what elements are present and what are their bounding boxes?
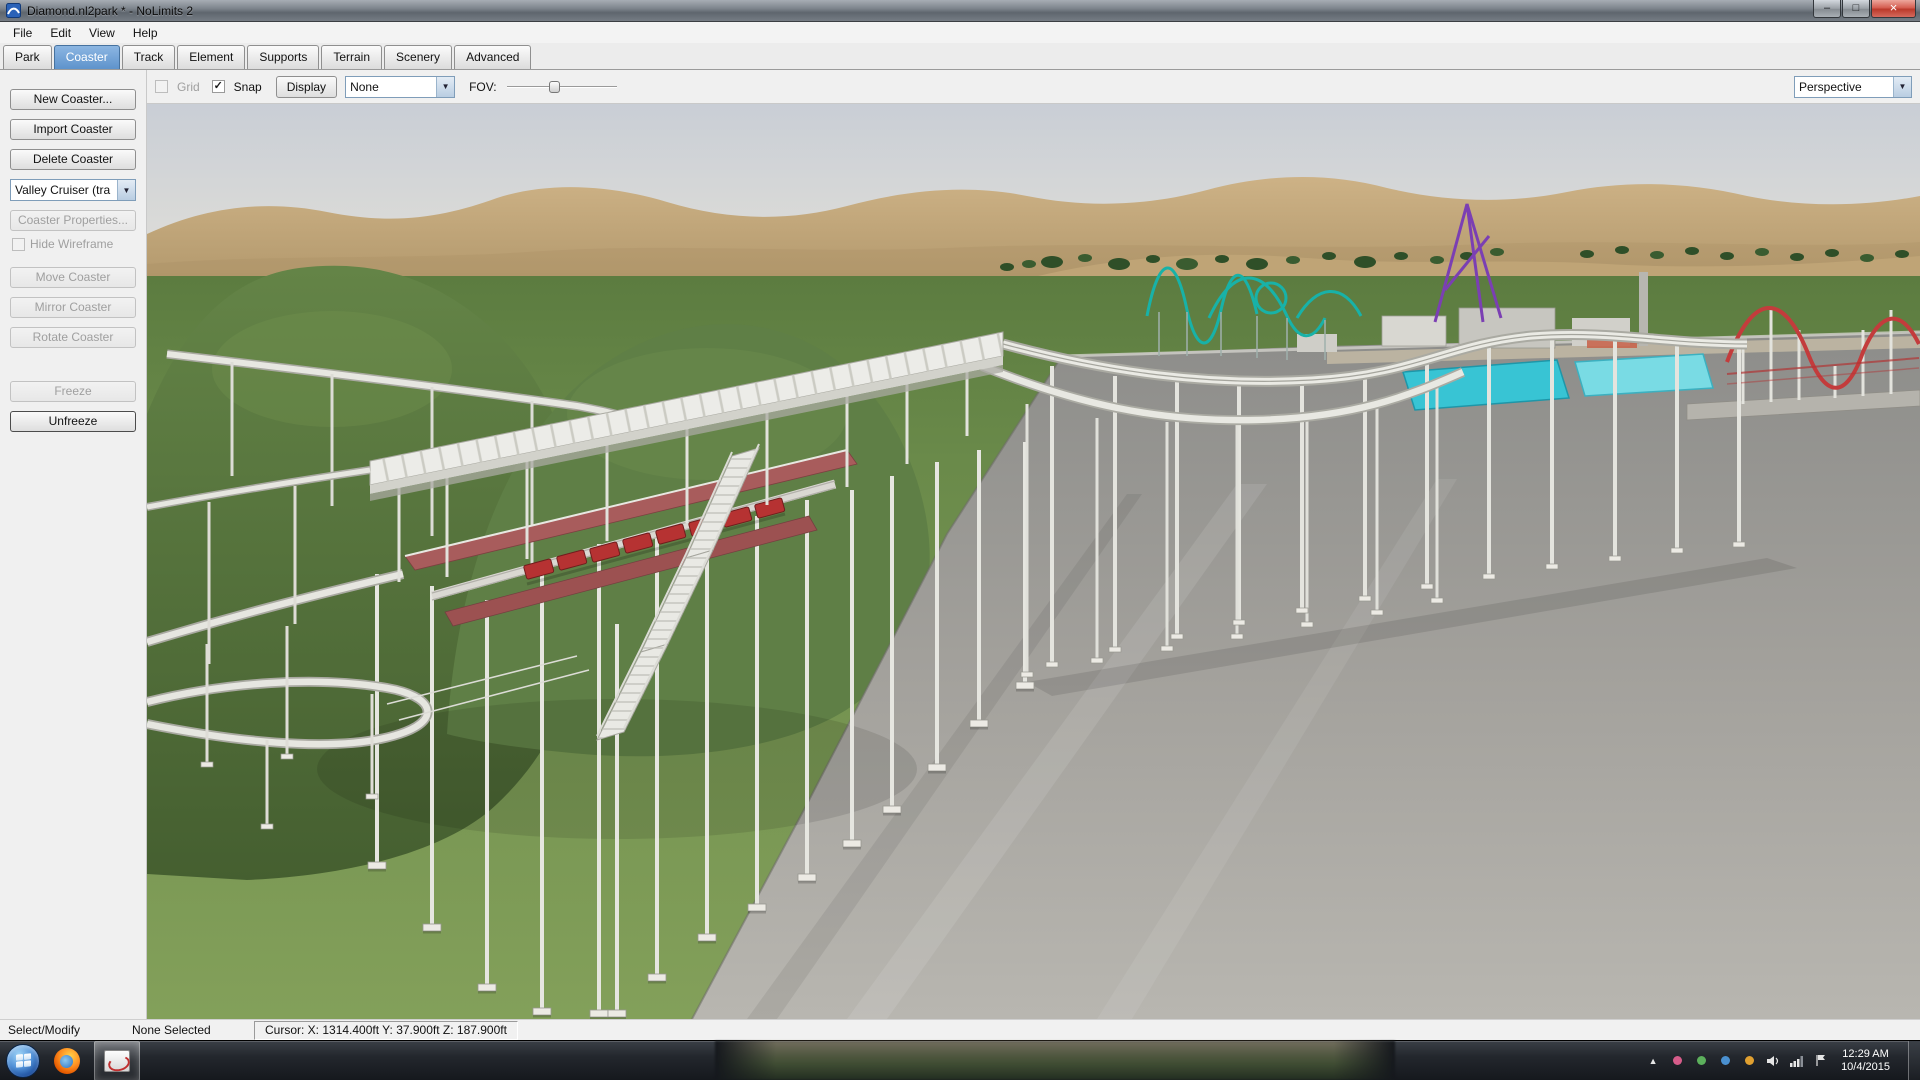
fov-slider-thumb[interactable] [549,81,560,93]
network-icon[interactable] [1789,1053,1805,1069]
mode-tabbar: Park Coaster Track Element Supports Terr… [0,43,1920,70]
tray-app-icon-2[interactable] [1693,1053,1709,1069]
tab-coaster[interactable]: Coaster [54,45,120,69]
menu-file[interactable]: File [4,24,41,42]
clock-time: 12:29 AM [1841,1048,1890,1061]
viewport-3d-scene[interactable] [147,104,1920,1019]
menu-help[interactable]: Help [124,24,167,42]
tab-park[interactable]: Park [3,45,52,69]
fov-slider-track [507,86,617,88]
menubar: File Edit View Help [0,22,1920,43]
delete-coaster-button[interactable]: Delete Coaster [10,149,136,170]
taskbar-glass-wallpaper [715,1041,1395,1080]
freeze-button: Freeze [10,381,136,402]
viewport[interactable] [147,104,1920,1019]
tray-expand-icon[interactable]: ▲ [1645,1053,1661,1069]
coaster-select-value: Valley Cruiser (tra [11,183,117,197]
status-mode: Select/Modify [8,1023,132,1037]
titlebar[interactable]: Diamond.nl2park * - NoLimits 2 – □ × [0,0,1920,22]
mirror-coaster-button: Mirror Coaster [10,297,136,318]
windows-taskbar: ▲ 12:29 AM 10/4/2015 [0,1040,1920,1080]
fov-label: FOV: [469,80,497,94]
window-controls: – □ × [1812,0,1916,18]
snap-label: Snap [234,80,262,94]
chevron-down-icon: ▼ [1893,77,1911,97]
minimize-button[interactable]: – [1813,0,1841,18]
tray-app-icon-3[interactable] [1717,1053,1733,1069]
new-coaster-button[interactable]: New Coaster... [10,89,136,110]
tab-advanced[interactable]: Advanced [454,45,531,69]
rotate-coaster-button: Rotate Coaster [10,327,136,348]
hide-wireframe-checkbox [12,238,25,251]
window-title: Diamond.nl2park * - NoLimits 2 [27,4,193,18]
status-cursor-coordinates: Cursor: X: 1314.400ft Y: 37.900ft Z: 187… [254,1021,518,1040]
nolimits2-window: Diamond.nl2park * - NoLimits 2 – □ × Fil… [0,0,1920,1080]
tab-supports[interactable]: Supports [247,45,319,69]
tray-app-icon-1[interactable] [1669,1053,1685,1069]
tab-terrain[interactable]: Terrain [321,45,382,69]
maximize-button[interactable]: □ [1842,0,1870,18]
coaster-properties-button: Coaster Properties... [10,210,136,231]
chevron-down-icon: ▼ [436,77,454,97]
hide-wireframe-label: Hide Wireframe [30,237,113,251]
nolimits-editor-icon [104,1050,130,1072]
status-selection: None Selected [132,1023,250,1037]
move-coaster-button: Move Coaster [10,267,136,288]
camera-select[interactable]: Perspective ▼ [1794,76,1912,98]
system-tray: ▲ 12:29 AM 10/4/2015 [1645,1041,1920,1080]
hide-wireframe-row: Hide Wireframe [10,237,136,251]
grid-checkbox [155,80,168,93]
main-area: New Coaster... Import Coaster Delete Coa… [0,70,1920,1019]
chevron-down-icon: ▼ [117,180,135,200]
tab-scenery[interactable]: Scenery [384,45,452,69]
taskbar-clock[interactable]: 12:29 AM 10/4/2015 [1837,1048,1900,1074]
display-mode-value: None [346,80,436,94]
coaster-select[interactable]: Valley Cruiser (tra ▼ [10,179,136,201]
tab-element[interactable]: Element [177,45,245,69]
coaster-sidebar: New Coaster... Import Coaster Delete Coa… [0,70,147,1019]
app-icon [6,3,21,18]
viewport-column: Grid ✓ Snap Display None ▼ FOV: Perspect… [147,70,1920,1019]
unfreeze-button[interactable]: Unfreeze [10,411,136,432]
display-button[interactable]: Display [276,76,337,98]
fov-slider[interactable] [507,78,617,96]
tab-track[interactable]: Track [122,45,176,69]
menu-view[interactable]: View [80,24,124,42]
start-button[interactable] [6,1044,40,1078]
close-button[interactable]: × [1871,0,1916,18]
snap-checkbox[interactable]: ✓ [212,80,225,93]
tray-app-icon-4[interactable] [1741,1053,1757,1069]
nolimits-editor-taskbar-button[interactable] [94,1041,140,1080]
statusbar: Select/Modify None Selected Cursor: X: 1… [0,1019,1920,1040]
menu-edit[interactable]: Edit [41,24,80,42]
grid-label: Grid [177,80,200,94]
viewport-toolbar: Grid ✓ Snap Display None ▼ FOV: Perspect… [147,70,1920,104]
firefox-taskbar-button[interactable] [44,1041,90,1080]
import-coaster-button[interactable]: Import Coaster [10,119,136,140]
windows-logo-icon [16,1053,31,1068]
volume-icon[interactable] [1765,1053,1781,1069]
camera-select-value: Perspective [1795,80,1893,94]
display-mode-select[interactable]: None ▼ [345,76,455,98]
firefox-icon [54,1048,80,1074]
show-desktop-button[interactable] [1908,1041,1920,1080]
action-center-flag-icon[interactable] [1813,1053,1829,1069]
clock-date: 10/4/2015 [1841,1061,1890,1074]
